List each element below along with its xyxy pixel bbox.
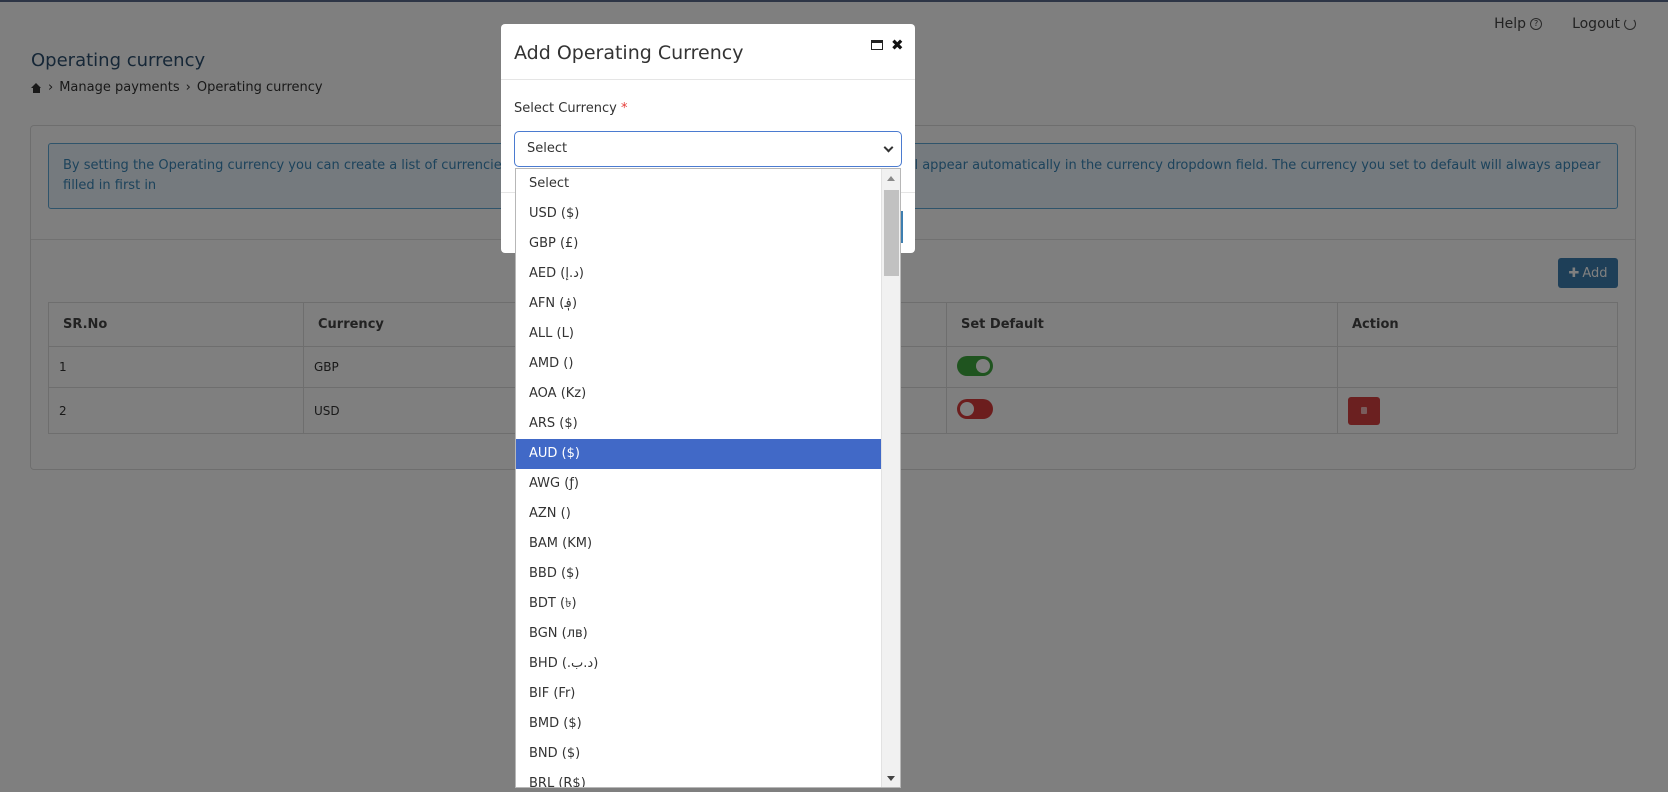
dropdown-option[interactable]: BBD ($): [516, 559, 882, 589]
scroll-down-icon[interactable]: [887, 776, 895, 781]
dropdown-option[interactable]: BHD (.د.ب): [516, 649, 882, 679]
dropdown-option[interactable]: AWG (ƒ): [516, 469, 882, 499]
dropdown-option[interactable]: BIF (Fr): [516, 679, 882, 709]
dropdown-option[interactable]: BAM (KM): [516, 529, 882, 559]
dropdown-option[interactable]: BDT (৳): [516, 589, 882, 619]
select-value: Select: [527, 141, 568, 156]
dropdown-option[interactable]: AED (د.إ): [516, 259, 882, 289]
scroll-up-icon[interactable]: [887, 176, 895, 181]
close-icon[interactable]: ✖: [891, 36, 904, 54]
select-currency-label: Select Currency *: [514, 101, 627, 116]
dropdown-option[interactable]: AMD (): [516, 349, 882, 379]
dropdown-option[interactable]: Select: [516, 169, 882, 199]
dropdown-option[interactable]: AZN (): [516, 499, 882, 529]
dropdown-option[interactable]: GBP (£): [516, 229, 882, 259]
required-mark: *: [620, 101, 628, 116]
chevron-down-icon: [883, 142, 894, 153]
dropdown-option[interactable]: AFN (؋): [516, 289, 882, 319]
dropdown-option[interactable]: ARS ($): [516, 409, 882, 439]
maximize-icon[interactable]: [871, 40, 883, 50]
modal-title: Add Operating Currency: [514, 42, 744, 64]
dropdown-scrollbar[interactable]: [881, 169, 900, 787]
dropdown-option[interactable]: AOA (Kz): [516, 379, 882, 409]
dropdown-option[interactable]: BRL (R$): [516, 769, 882, 787]
modal-divider: [501, 79, 915, 80]
dropdown-option[interactable]: ALL (L): [516, 319, 882, 349]
option-list: Select USD ($) GBP (£) AED (د.إ) AFN (؋) ALL …: [516, 169, 882, 787]
dropdown-option[interactable]: AUD ($): [516, 439, 882, 469]
currency-dropdown-list: Select USD ($) GBP (£) AED (د.إ) AFN (؋) ALL …: [515, 168, 901, 788]
currency-select[interactable]: Select: [514, 131, 902, 167]
scroll-thumb[interactable]: [884, 190, 899, 276]
dropdown-option[interactable]: BND ($): [516, 739, 882, 769]
dropdown-option[interactable]: USD ($): [516, 199, 882, 229]
dropdown-option[interactable]: BGN (лв): [516, 619, 882, 649]
field-label-text: Select Currency: [514, 101, 617, 116]
dropdown-option[interactable]: BMD ($): [516, 709, 882, 739]
